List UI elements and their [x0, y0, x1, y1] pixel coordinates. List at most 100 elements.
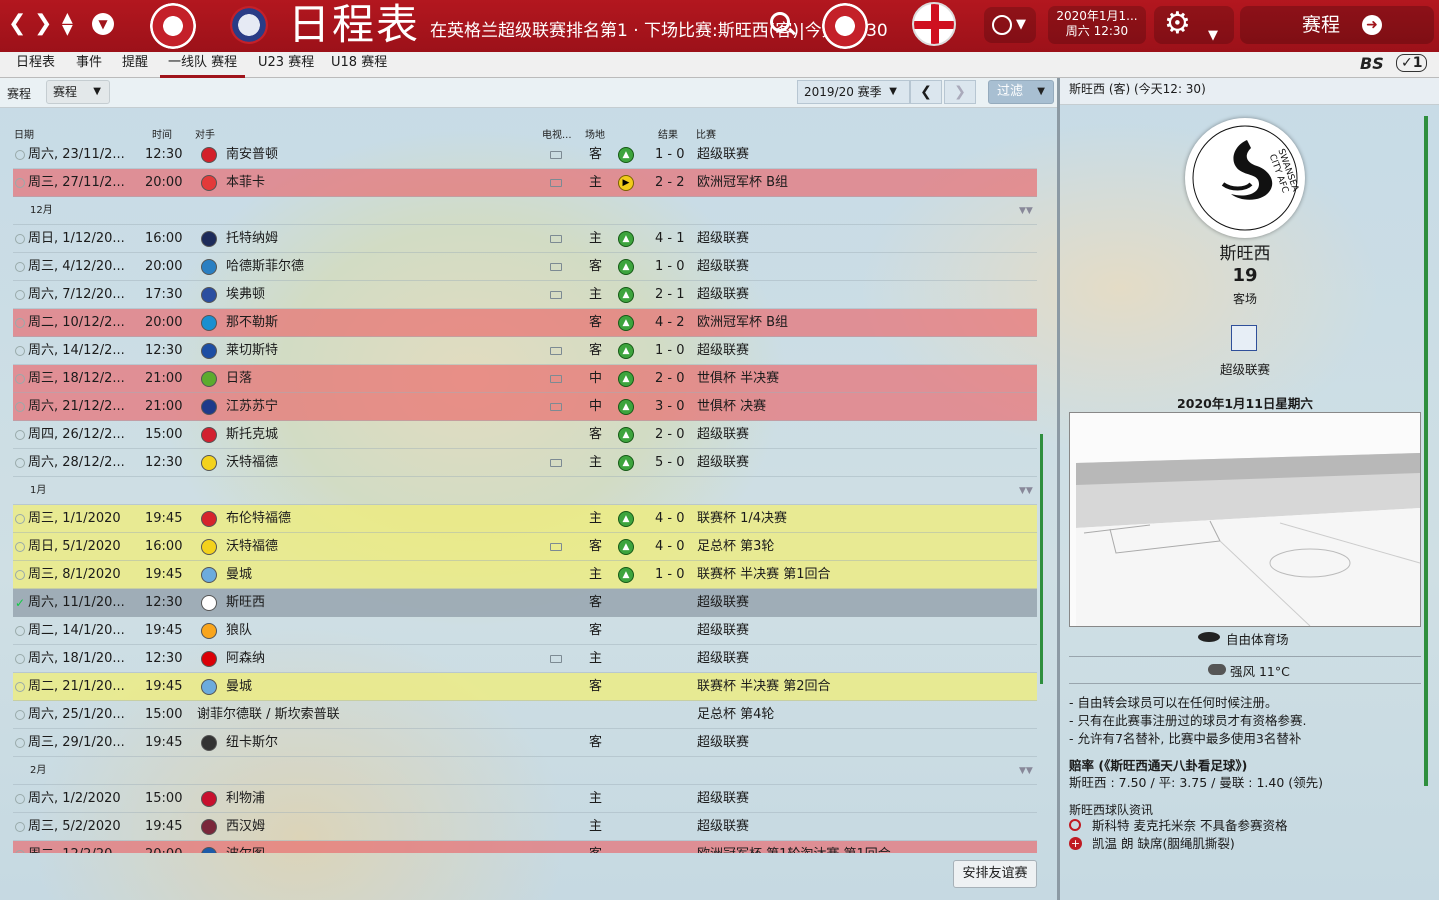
opponent-name[interactable]: 斯托克城 — [226, 421, 278, 449]
fixture-row[interactable]: ✓ 周六, 11/1/20... 12:30 斯旺西 客 超级联赛 — [13, 589, 1037, 617]
fixture-result[interactable]: 2 - 1 — [655, 281, 685, 309]
stadium-name[interactable]: 自由体育场 — [1226, 629, 1289, 648]
fixture-competition[interactable]: 足总杯 第3轮 — [697, 533, 774, 561]
tab-calendar[interactable]: 日程表 — [16, 52, 55, 78]
opponent-name[interactable]: 本菲卡 — [226, 169, 265, 197]
fixture-result[interactable]: 1 - 0 — [655, 337, 685, 365]
opponent-name[interactable]: 曼城 — [226, 673, 252, 701]
collapse-icon[interactable]: ▼▼ — [1019, 197, 1033, 225]
view-dropdown[interactable]: 赛程 ▼ — [46, 80, 110, 104]
panel-scrollbar[interactable] — [1424, 116, 1428, 786]
continue-button[interactable]: 赛程 ➜ — [1240, 6, 1434, 44]
fixture-competition[interactable]: 超级联赛 — [697, 253, 749, 281]
fixture-row[interactable]: 周六, 18/1/20... 12:30 阿森纳 主 超级联赛 — [13, 645, 1037, 673]
tab-u23-fixtures[interactable]: U23 赛程 — [258, 52, 314, 78]
opponent-name[interactable]: 利物浦 — [226, 785, 265, 813]
dropdown-circle-icon[interactable]: ▼ — [92, 13, 114, 35]
fixture-row[interactable]: 周三, 4/12/20... 20:00 哈德斯菲尔德 客 ▲ 1 - 0 超级联赛 — [13, 253, 1037, 281]
fixture-competition[interactable]: 欧洲冠军杯 B组 — [697, 309, 788, 337]
fixture-competition[interactable]: 超级联赛 — [697, 645, 749, 673]
fixture-row[interactable]: 周六, 28/12/2... 12:30 沃特福德 主 ▲ 5 - 0 超级联赛 — [13, 449, 1037, 477]
fixture-row[interactable]: 周三, 5/2/2020 19:45 西汉姆 主 超级联赛 — [13, 813, 1037, 841]
fixture-row[interactable]: 周二, 14/1/20... 19:45 狼队 客 超级联赛 — [13, 617, 1037, 645]
fixture-result[interactable]: 5 - 0 — [655, 449, 685, 477]
opponent-name[interactable]: 沃特福德 — [226, 449, 278, 477]
opponent-name[interactable]: 波尔图 — [226, 841, 265, 853]
forward-arrow-icon[interactable]: ❯ — [34, 12, 52, 36]
fixture-result[interactable]: 1 - 0 — [655, 141, 685, 169]
back-arrow-icon[interactable]: ❮ — [8, 12, 26, 36]
collapse-icon[interactable]: ▼▼ — [1019, 477, 1033, 505]
fixture-competition[interactable]: 足总杯 第4轮 — [697, 701, 774, 729]
fixture-row[interactable]: 周六, 7/12/20... 17:30 埃弗顿 主 ▲ 2 - 1 超级联赛 — [13, 281, 1037, 309]
fixture-result[interactable]: 4 - 0 — [655, 505, 685, 533]
fixture-result[interactable]: 4 - 2 — [655, 309, 685, 337]
tab-u18-fixtures[interactable]: U18 赛程 — [331, 52, 387, 78]
fixture-competition[interactable]: 超级联赛 — [697, 785, 749, 813]
fixture-row[interactable]: 周日, 5/1/2020 16:00 沃特福德 客 ▲ 4 - 0 足总杯 第3轮 — [13, 533, 1037, 561]
list-scrollbar[interactable] — [1040, 434, 1043, 684]
opponent-name[interactable]: 那不勒斯 — [226, 309, 278, 337]
news-item-2[interactable]: 凯温 朗 缺席(胭绳肌撕裂) — [1092, 835, 1235, 853]
fixture-competition[interactable]: 欧洲冠军杯 第1轮淘汰赛 第1回合 — [697, 841, 891, 853]
england-flag-icon[interactable] — [912, 2, 956, 46]
fixture-row[interactable]: 周三, 8/1/2020 19:45 曼城 主 ▲ 1 - 0 联赛杯 半决赛 第1回合 — [13, 561, 1037, 589]
fixture-competition[interactable]: 联赛杯 半决赛 第2回合 — [697, 673, 831, 701]
fixture-competition[interactable]: 联赛杯 1/4决赛 — [697, 505, 787, 533]
fixture-row[interactable]: 周三, 18/12/2... 21:00 日落 中 ▲ 2 - 0 世俱杯 半决赛 — [13, 365, 1037, 393]
fixture-competition[interactable]: 超级联赛 — [697, 421, 749, 449]
fixture-row[interactable]: 周六, 1/2/2020 15:00 利物浦 主 超级联赛 — [13, 785, 1037, 813]
fixture-competition[interactable]: 超级联赛 — [697, 589, 749, 617]
opponent-name[interactable]: 托特纳姆 — [226, 225, 278, 253]
settings-button[interactable]: ⚙ ▼ — [1154, 6, 1234, 44]
date-display[interactable]: 2020年1月1... 周六 12:30 — [1048, 6, 1146, 44]
fixture-row[interactable]: 周二, 10/12/2... 20:00 那不勒斯 客 ▲ 4 - 2 欧洲冠军杯 B组 — [13, 309, 1037, 337]
club-crest-icon[interactable] — [150, 3, 196, 49]
column-venue[interactable]: 场地 — [585, 126, 605, 141]
fixture-row[interactable]: 周六, 21/12/2... 21:00 江苏苏宁 中 ▲ 3 - 0 世俱杯 决赛 — [13, 393, 1037, 421]
fixture-row[interactable]: 周六, 14/12/2... 12:30 莱切斯特 客 ▲ 1 - 0 超级联赛 — [13, 337, 1037, 365]
fixture-competition[interactable]: 世俱杯 半决赛 — [697, 365, 779, 393]
fixture-result[interactable]: 1 - 0 — [655, 561, 685, 589]
tab-alerts[interactable]: 提醒 — [122, 52, 148, 78]
opponent-name[interactable]: 谢菲尔德联 / 斯坎索普联 — [197, 701, 340, 729]
opponent-name[interactable]: 南安普顿 — [226, 141, 278, 169]
opponent-name[interactable]: 江苏苏宁 — [226, 393, 278, 421]
tab-first-team-fixtures[interactable]: 一线队 赛程 — [160, 52, 246, 78]
opponent-name[interactable]: 曼城 — [226, 561, 252, 589]
fixture-competition[interactable]: 超级联赛 — [697, 729, 749, 757]
opponent-name[interactable]: 斯旺西 — [226, 589, 265, 617]
opponent-name[interactable]: 埃弗顿 — [226, 281, 265, 309]
opponent-name[interactable]: 沃特福德 — [226, 533, 278, 561]
column-time[interactable]: 时间 — [152, 126, 172, 141]
fixture-result[interactable]: 2 - 0 — [655, 365, 685, 393]
column-tv[interactable]: 电视... — [542, 126, 572, 141]
up-down-icon[interactable]: ▲ ▼ — [62, 11, 73, 37]
fixture-competition[interactable]: 超级联赛 — [697, 813, 749, 841]
season-selector[interactable]: 2019/20 赛季 ▼ — [797, 80, 910, 104]
notification-icon[interactable]: ✓1 — [1396, 54, 1428, 72]
fixture-competition[interactable]: 世俱杯 决赛 — [697, 393, 766, 421]
fixture-competition[interactable]: 超级联赛 — [697, 617, 749, 645]
fixture-result[interactable]: 4 - 0 — [655, 533, 685, 561]
opponent-name[interactable]: 纽卡斯尔 — [226, 729, 278, 757]
arrange-friendly-button[interactable]: 安排友谊赛 — [953, 860, 1037, 888]
premier-league-icon[interactable] — [1231, 325, 1257, 351]
opponent-name[interactable]: 狼队 — [226, 617, 252, 645]
opponent-crest-icon[interactable] — [822, 3, 868, 49]
column-date[interactable]: 日期 — [14, 126, 34, 141]
fixture-result[interactable]: 4 - 1 — [655, 225, 685, 253]
column-result[interactable]: 结果 — [658, 126, 678, 141]
filter-button[interactable]: 过滤 ▼ — [988, 80, 1054, 104]
fixture-competition[interactable]: 超级联赛 — [697, 449, 749, 477]
uefa-icon[interactable] — [230, 6, 268, 44]
fixture-result[interactable]: 2 - 2 — [655, 169, 685, 197]
fixture-competition[interactable]: 超级联赛 — [697, 141, 749, 169]
previous-season-button[interactable]: ❮ — [910, 80, 942, 104]
fixture-row[interactable]: 周三, 29/1/20... 19:45 纽卡斯尔 客 超级联赛 — [13, 729, 1037, 757]
opponent-name[interactable]: 西汉姆 — [226, 813, 265, 841]
column-competition[interactable]: 比赛 — [696, 126, 716, 141]
globe-button[interactable]: ▼ — [984, 7, 1036, 43]
fixture-row[interactable]: 周四, 26/12/2... 15:00 斯托克城 客 ▲ 2 - 0 超级联赛 — [13, 421, 1037, 449]
fixture-competition[interactable]: 联赛杯 半决赛 第1回合 — [697, 561, 831, 589]
